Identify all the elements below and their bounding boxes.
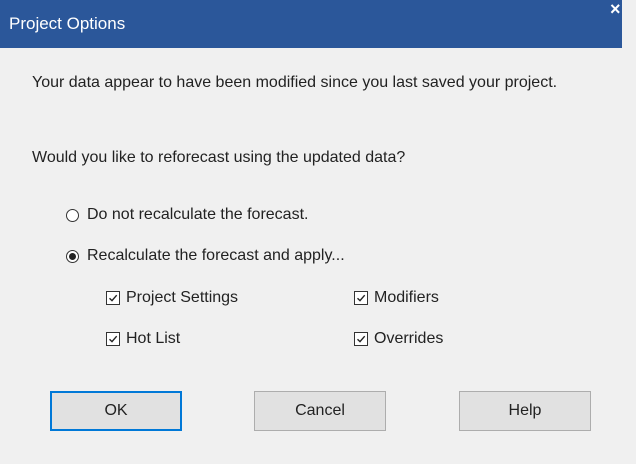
radio-do-not-recalculate[interactable]: Do not recalculate the forecast. — [66, 206, 308, 224]
checkbox-checked-icon[interactable] — [106, 332, 120, 346]
checkbox-checked-icon[interactable] — [354, 332, 368, 346]
project-settings-label: Project Settings — [126, 289, 239, 306]
dialog-title: Project Options — [9, 14, 126, 33]
overrides-label: Overrides — [374, 330, 444, 347]
title-bar-gap — [622, 0, 636, 48]
ok-button[interactable]: OK — [50, 391, 182, 431]
radio-recalculate-label: Recalculate the forecast and apply... — [87, 247, 345, 264]
cancel-button[interactable]: Cancel — [254, 391, 386, 431]
help-button[interactable]: Help — [459, 391, 591, 431]
checkbox-project-settings[interactable]: Project Settings — [106, 289, 238, 307]
checkbox-checked-icon[interactable] — [106, 291, 120, 305]
checkbox-modifiers[interactable]: Modifiers — [354, 289, 439, 307]
radio-unselected-icon[interactable] — [66, 208, 79, 222]
close-icon[interactable]: × — [610, 0, 621, 18]
checkbox-checked-icon[interactable] — [354, 291, 368, 305]
title-bar: Project Options — [0, 0, 622, 48]
hot-list-label: Hot List — [126, 330, 181, 347]
project-options-dialog: Project Options × Your data appear to ha… — [0, 0, 636, 464]
modified-message: Your data appear to have been modified s… — [32, 74, 558, 91]
checkbox-overrides[interactable]: Overrides — [354, 330, 443, 348]
radio-do-not-recalculate-label: Do not recalculate the forecast. — [87, 206, 309, 223]
modifiers-label: Modifiers — [374, 289, 439, 306]
checkbox-hot-list[interactable]: Hot List — [106, 330, 180, 348]
radio-recalculate[interactable]: Recalculate the forecast and apply... — [66, 247, 345, 265]
reforecast-question: Would you like to reforecast using the u… — [32, 149, 406, 166]
radio-selected-icon[interactable] — [66, 249, 79, 263]
